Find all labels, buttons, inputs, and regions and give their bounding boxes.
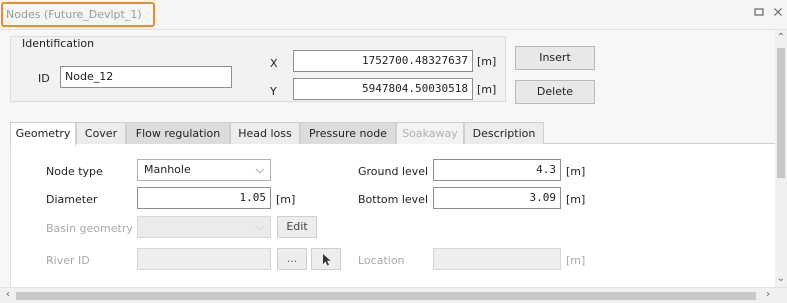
tab-geometry[interactable]: Geometry — [10, 122, 76, 146]
ground-level-unit: [m] — [566, 165, 586, 178]
tab-soakaway: Soakaway — [396, 122, 464, 144]
location-label: Location — [358, 254, 405, 267]
horizontal-scrollbar[interactable]: ‹ › — [0, 287, 787, 303]
diameter-unit: [m] — [276, 193, 296, 206]
delete-button[interactable]: Delete — [515, 80, 595, 104]
horizontal-scroll-thumb[interactable] — [16, 292, 756, 300]
tab-cover[interactable]: Cover — [76, 122, 126, 144]
close-icon[interactable] — [771, 7, 785, 21]
diameter-label: Diameter — [46, 193, 98, 206]
location-unit: [m] — [566, 254, 586, 267]
scroll-down-icon[interactable]: ⌄ — [775, 273, 787, 285]
maximize-icon[interactable] — [752, 7, 766, 21]
location-input — [433, 248, 561, 270]
x-unit: [m] — [477, 55, 497, 68]
browse-button[interactable]: ... — [277, 248, 307, 270]
y-label: Y — [270, 85, 277, 98]
scroll-up-icon[interactable]: ⌃ — [775, 32, 787, 44]
window-title: Nodes (Future_Devlpt_1) — [6, 8, 142, 21]
chevron-down-icon: ⌵ — [255, 220, 264, 233]
basin-geometry-select: ⌵ — [137, 216, 271, 238]
id-label: ID — [38, 72, 50, 85]
tab-flow-regulation[interactable]: Flow regulation — [126, 122, 230, 144]
node-type-label: Node type — [46, 165, 103, 178]
scroll-right-icon[interactable]: › — [762, 289, 774, 301]
title-bar: Nodes (Future_Devlpt_1) — [0, 0, 787, 30]
river-id-label: River ID — [46, 254, 90, 267]
diameter-input[interactable]: 1.05 — [137, 187, 271, 209]
tab-description[interactable]: Description — [464, 122, 544, 144]
tab-head-loss[interactable]: Head loss — [230, 122, 300, 144]
x-input[interactable]: 1752700.48327637 — [293, 50, 473, 72]
bottom-level-label: Bottom level — [358, 193, 429, 206]
node-type-value: Manhole — [144, 163, 191, 176]
chevron-down-icon: ⌵ — [255, 163, 264, 176]
identification-title: Identification — [22, 37, 95, 50]
vertical-scroll-thumb[interactable] — [777, 48, 785, 178]
y-input[interactable]: 5947804.50030518 — [293, 78, 473, 100]
x-label: X — [270, 57, 278, 70]
dialog-content: Identification ID Node_12 X 1752700.4832… — [0, 30, 775, 287]
tab-pressure-node[interactable]: Pressure node — [300, 122, 396, 144]
ground-level-input[interactable]: 4.3 — [433, 159, 561, 181]
edit-button[interactable]: Edit — [277, 216, 317, 238]
insert-button[interactable]: Insert — [515, 46, 595, 70]
bottom-level-input[interactable]: 3.09 — [433, 187, 561, 209]
river-id-input — [137, 248, 271, 270]
ground-level-label: Ground level — [358, 165, 429, 178]
y-unit: [m] — [477, 83, 497, 96]
bottom-level-unit: [m] — [566, 193, 586, 206]
scroll-left-icon[interactable]: ‹ — [2, 289, 14, 301]
cursor-arrow-icon — [323, 254, 331, 266]
id-input[interactable]: Node_12 — [60, 66, 232, 88]
node-type-select[interactable]: Manhole ⌵ — [137, 159, 271, 181]
pick-location-button[interactable] — [311, 248, 341, 270]
vertical-scrollbar[interactable]: ⌃ ⌄ — [775, 30, 787, 287]
basin-geometry-label: Basin geometry — [46, 222, 133, 235]
